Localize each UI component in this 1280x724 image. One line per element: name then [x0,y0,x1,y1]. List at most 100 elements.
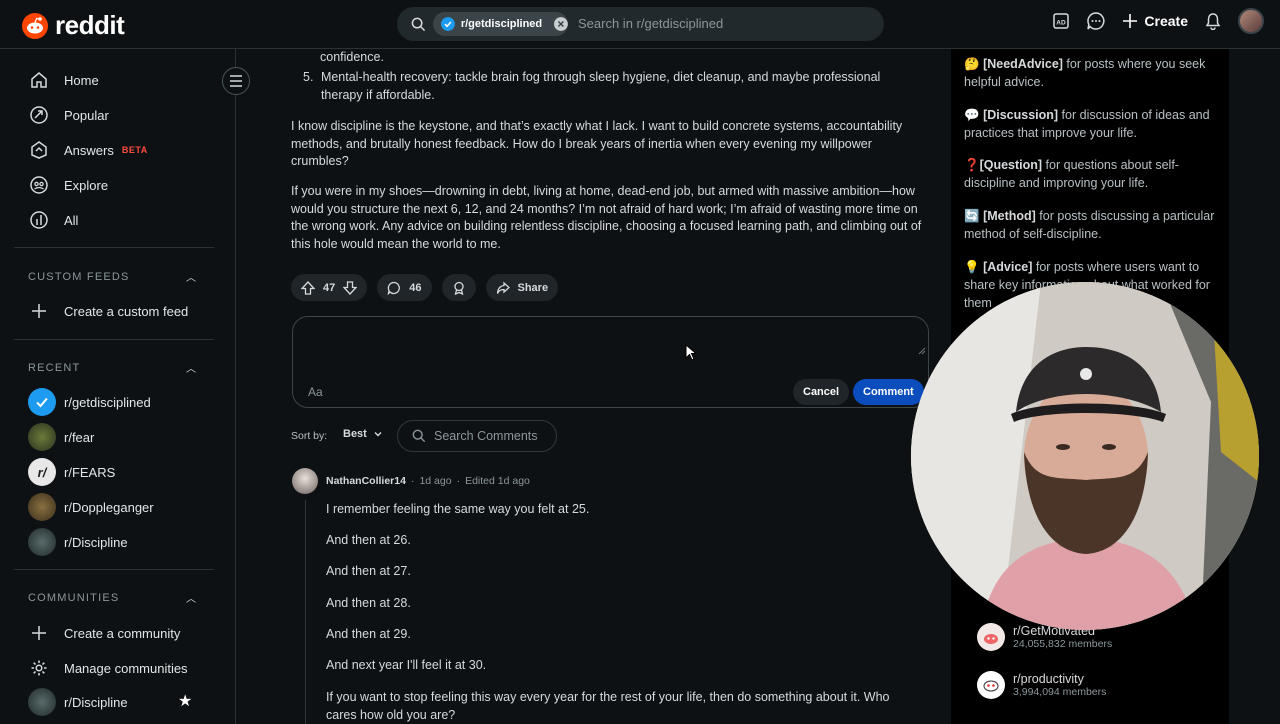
create-custom-feed-button[interactable]: Create a custom feed [28,300,188,322]
post-list-item: 5. Mental-health recovery: tackle brain … [303,69,903,104]
chevron-up-icon[interactable]: ︿ [186,269,196,284]
home-icon [31,72,47,88]
thread-line[interactable] [305,500,306,724]
recent-item-fear[interactable]: r/fear [28,423,94,451]
search-bar[interactable]: r/getdisciplined Search in r/getdiscipli… [397,7,884,41]
flair-rule: 💬 [Discussion] for discussion of ideas a… [964,106,1216,142]
verified-community-icon [441,17,455,31]
star-icon[interactable]: ★ [178,691,192,711]
post-actions: 47 46 Share [291,274,559,301]
snoo-mascot-icon [983,680,999,692]
community-name: r/productivity [1013,672,1084,686]
community-members: 24,055,832 members [1013,638,1113,650]
upvote-icon[interactable] [301,280,315,295]
comment-author[interactable]: NathanCollier14 [326,475,406,487]
create-post-button[interactable]: Create [1122,13,1188,29]
recent-item-fears[interactable]: r/ r/FEARS [28,458,115,486]
reddit-logo[interactable]: reddit [21,10,125,41]
nav-label: Popular [64,107,109,123]
comment-line: If you want to stop feeling this way eve… [326,690,890,722]
chevron-up-icon[interactable]: ︿ [186,360,196,375]
flair-tag: [Discussion] [983,108,1059,122]
all-icon [30,211,48,229]
comment-meta: NathanCollier14 · 1d ago · Edited 1d ago [326,475,530,487]
nav-popular[interactable]: Popular [28,104,109,126]
comment-composer[interactable]: Aa Cancel Comment [292,316,929,408]
flair-rule: 🔄 [Method] for posts discussing a partic… [964,207,1216,243]
nav-label: Explore [64,177,109,193]
check-icon [36,397,48,408]
recent-label: r/fear [64,429,95,445]
create-custom-feed-label: Create a custom feed [64,303,189,319]
related-community[interactable]: r/productivity 3,994,094 members [977,671,1106,699]
nav-home[interactable]: Home [28,69,99,91]
light-bulb-icon: 💡 [964,260,980,274]
commenter-avatar[interactable] [292,468,318,494]
comment-sort-row: Sort by: Best Search Comments [291,420,591,452]
recent-label: r/FEARS [64,464,116,480]
cancel-button[interactable]: Cancel [793,379,850,405]
webcam-person-image [911,282,1259,630]
divider [14,247,214,248]
share-icon [496,281,510,294]
comments-button[interactable]: 46 [377,274,432,301]
chevron-up-icon[interactable]: ︿ [186,590,196,605]
nav-all[interactable]: All [28,209,78,231]
vote-count: 47 [323,281,336,294]
recent-item-discipline[interactable]: r/Discipline [28,528,128,556]
list-number: 5. [303,70,314,84]
nav-explore[interactable]: Explore [28,174,108,196]
top-actions: AD Create [1052,8,1264,34]
search-community-chip[interactable]: r/getdisciplined [433,12,568,36]
community-avatar [28,423,56,451]
community-item-discipline[interactable]: r/Discipline [28,688,128,716]
formatting-toggle[interactable]: Aa [308,385,323,399]
downvote-icon[interactable] [343,280,358,295]
search-comments-placeholder: Search Comments [434,429,538,443]
nav-answers[interactable]: Answers BETA [28,139,148,161]
comment-age: 1d ago [419,475,452,487]
flair-tag: [Method] [983,209,1036,223]
comment-icon [387,281,401,295]
comment-count: 46 [409,281,422,294]
flair-tag: [Advice] [983,260,1033,274]
manage-communities-label: Manage communities [64,660,188,676]
sort-dropdown[interactable]: Best [343,428,383,440]
share-label: Share [517,281,549,294]
share-button[interactable]: Share [485,274,559,301]
post-text-fragment: confidence. [320,50,384,64]
nav-label: Answers [64,142,114,158]
award-button[interactable] [441,274,476,301]
recent-item-doppleganger[interactable]: r/Doppleganger [28,493,154,521]
cycle-arrows-icon: 🔄 [964,209,980,223]
community-label: r/Discipline [64,694,128,710]
comment-submit-button[interactable]: Comment [853,379,924,405]
comment-line: And then at 29. [326,627,411,641]
plus-icon [32,304,46,318]
thinking-face-icon: 🤔 [964,57,980,71]
search-input[interactable]: Search in r/getdisciplined [578,16,723,31]
left-sidebar: Home Popular Answers BETA Explore All CU… [0,49,236,724]
flair-tag: [Question] [979,158,1043,172]
comment-line: I remember feeling the same way you felt… [326,502,590,516]
manage-communities-button[interactable]: Manage communities [28,657,188,679]
chip-label: r/getdisciplined [460,18,543,30]
community-avatar: r/ [28,458,56,486]
nav-label: All [64,212,79,228]
collapse-sidebar-button[interactable] [222,67,250,95]
recent-title: RECENT [28,362,81,374]
comment-line: And then at 28. [326,596,411,610]
create-community-button[interactable]: Create a community [28,622,180,644]
ads-icon: AD [1053,13,1070,29]
search-comments-input[interactable]: Search Comments [397,420,557,452]
create-community-label: Create a community [64,625,181,641]
community-avatar [977,623,1005,651]
reddit-snoo-icon [22,12,48,39]
community-avatar [28,528,56,556]
user-avatar[interactable] [1238,8,1264,34]
community-avatar [28,688,56,716]
communities-title: COMMUNITIES [28,592,120,604]
recent-item-getdisciplined[interactable]: r/getdisciplined [28,388,151,416]
community-avatar [28,388,56,416]
community-members: 3,994,094 members [1013,686,1107,698]
